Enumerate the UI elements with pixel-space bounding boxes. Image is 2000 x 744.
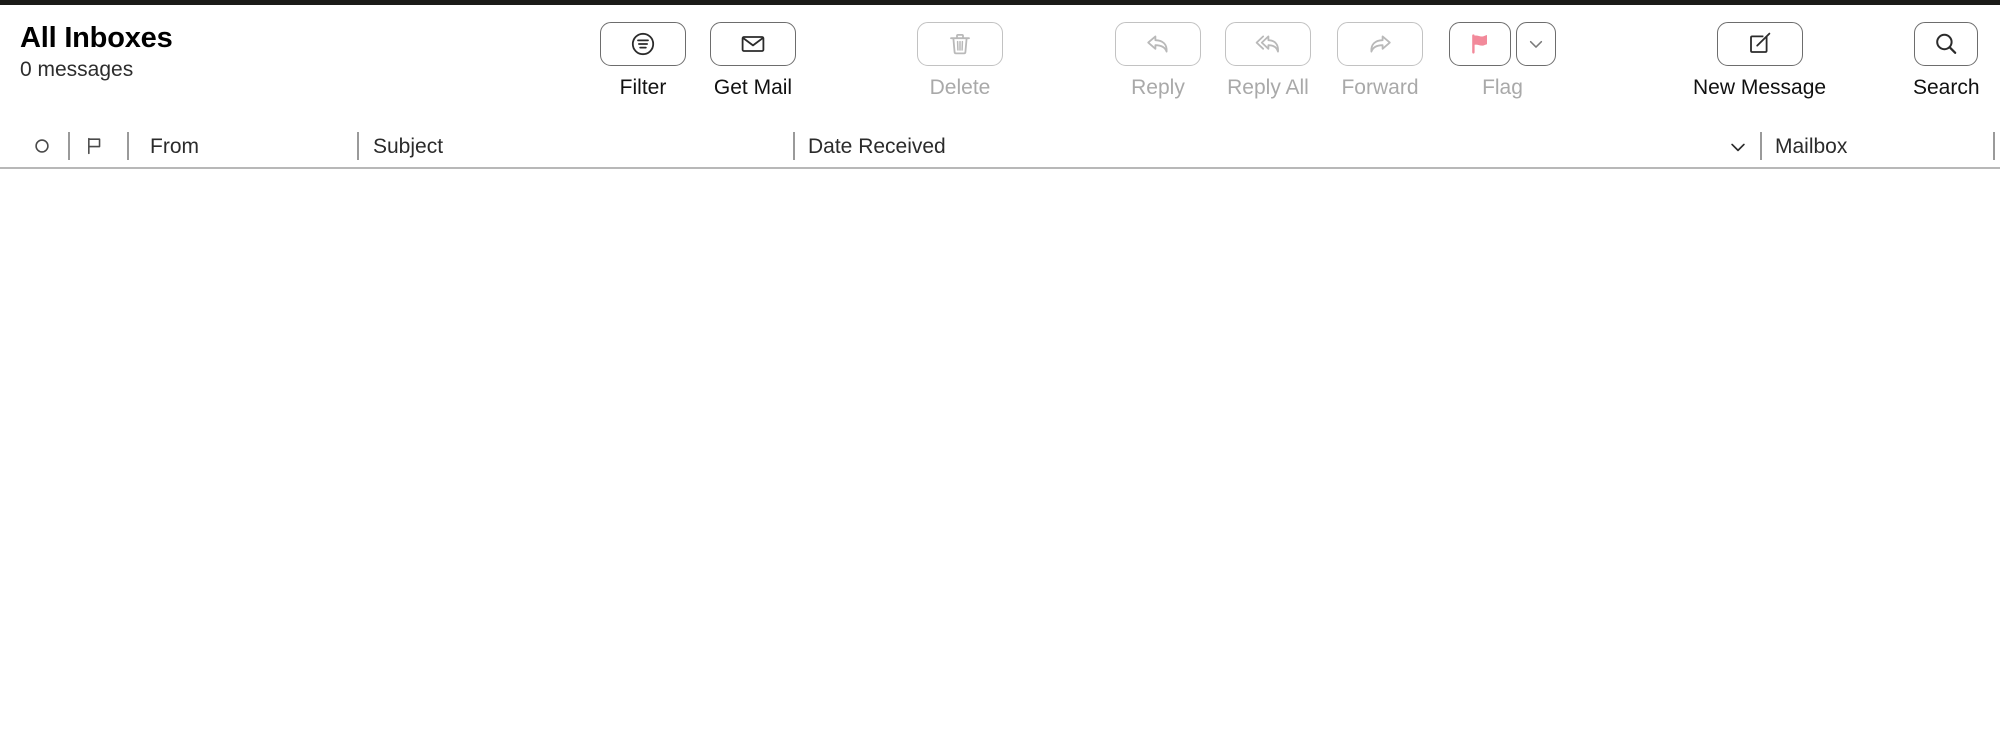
reply-button — [1115, 22, 1201, 66]
compose-icon — [1747, 31, 1773, 57]
toolbar-reply: Reply — [1115, 22, 1201, 100]
column-header-from[interactable]: From — [150, 124, 199, 168]
page-title: All Inboxes — [20, 22, 173, 54]
flag-label: Flag — [1482, 76, 1523, 99]
column-resize-handle-flag[interactable] — [127, 132, 129, 160]
flag-split-button[interactable] — [1449, 22, 1556, 66]
flag-outline-icon — [82, 134, 106, 158]
toolbar-filter[interactable]: Filter — [600, 22, 686, 100]
flag-icon — [1467, 31, 1493, 57]
circle-icon — [30, 134, 54, 158]
new-message-button[interactable] — [1716, 22, 1803, 66]
column-header-flag[interactable] — [82, 124, 106, 168]
message-count: 0 messages — [20, 58, 134, 81]
toolbar: All Inboxes 0 messages Filter Get Mail Del… — [0, 5, 2000, 124]
column-header-subject[interactable]: Subject — [373, 124, 443, 168]
forward-button — [1337, 22, 1423, 66]
column-header-from-label: From — [150, 134, 199, 158]
column-header-row: From Subject Date Received Mailbox — [0, 124, 2000, 168]
toolbar-reply-all: Reply All — [1225, 22, 1311, 100]
toolbar-search[interactable]: Search — [1913, 22, 1980, 100]
column-header-unread[interactable] — [30, 124, 54, 168]
column-header-subject-label: Subject — [373, 134, 444, 158]
column-resize-handle-mailbox[interactable] — [1993, 132, 1995, 160]
reply-all-icon — [1255, 31, 1281, 57]
new-message-label: New Message — [1693, 76, 1827, 99]
filter-button[interactable] — [600, 22, 686, 66]
toolbar-delete: Delete — [917, 22, 1003, 100]
reply-arrow-icon — [1145, 31, 1171, 57]
search-label: Search — [1913, 76, 1980, 99]
mail-window: All Inboxes 0 messages Filter Get Mail Del… — [0, 0, 2000, 744]
forward-arrow-icon — [1367, 31, 1393, 57]
column-resize-handle-subject[interactable] — [793, 132, 795, 160]
delete-button — [917, 22, 1003, 66]
toolbar-get-mail[interactable]: Get Mail — [710, 22, 796, 100]
toolbar-flag[interactable]: Flag — [1449, 22, 1556, 100]
trash-icon — [947, 31, 973, 57]
column-header-date-received[interactable]: Date Received — [808, 124, 946, 168]
forward-label: Forward — [1341, 76, 1419, 99]
chevron-down-icon — [1526, 34, 1546, 54]
toolbar-new-message[interactable]: New Message — [1693, 22, 1826, 100]
search-button[interactable] — [1914, 22, 1979, 66]
column-resize-handle-from[interactable] — [357, 132, 359, 160]
filter-label: Filter — [619, 76, 667, 99]
get-mail-button[interactable] — [710, 22, 796, 66]
flag-button[interactable] — [1449, 22, 1511, 66]
column-header-date-received-label: Date Received — [808, 134, 946, 158]
reply-label: Reply — [1131, 76, 1185, 99]
get-mail-label: Get Mail — [713, 76, 793, 99]
mailbox-title-block: All Inboxes 0 messages — [20, 21, 173, 83]
chevron-down-icon — [1727, 136, 1749, 158]
message-list[interactable] — [0, 169, 2000, 744]
reply-all-label: Reply All — [1227, 76, 1309, 99]
column-header-mailbox-label: Mailbox — [1775, 134, 1848, 158]
filter-icon — [630, 31, 656, 57]
sort-indicator-date-received[interactable] — [1727, 136, 1749, 156]
reply-all-button — [1225, 22, 1311, 66]
delete-label: Delete — [929, 76, 991, 99]
column-resize-handle-date-received[interactable] — [1760, 132, 1762, 160]
toolbar-forward: Forward — [1337, 22, 1423, 100]
column-header-mailbox[interactable]: Mailbox — [1775, 124, 1847, 168]
column-resize-handle-unread[interactable] — [68, 132, 70, 160]
envelope-icon — [740, 31, 766, 57]
flag-dropdown-button[interactable] — [1516, 22, 1556, 66]
magnifier-icon — [1933, 31, 1959, 57]
